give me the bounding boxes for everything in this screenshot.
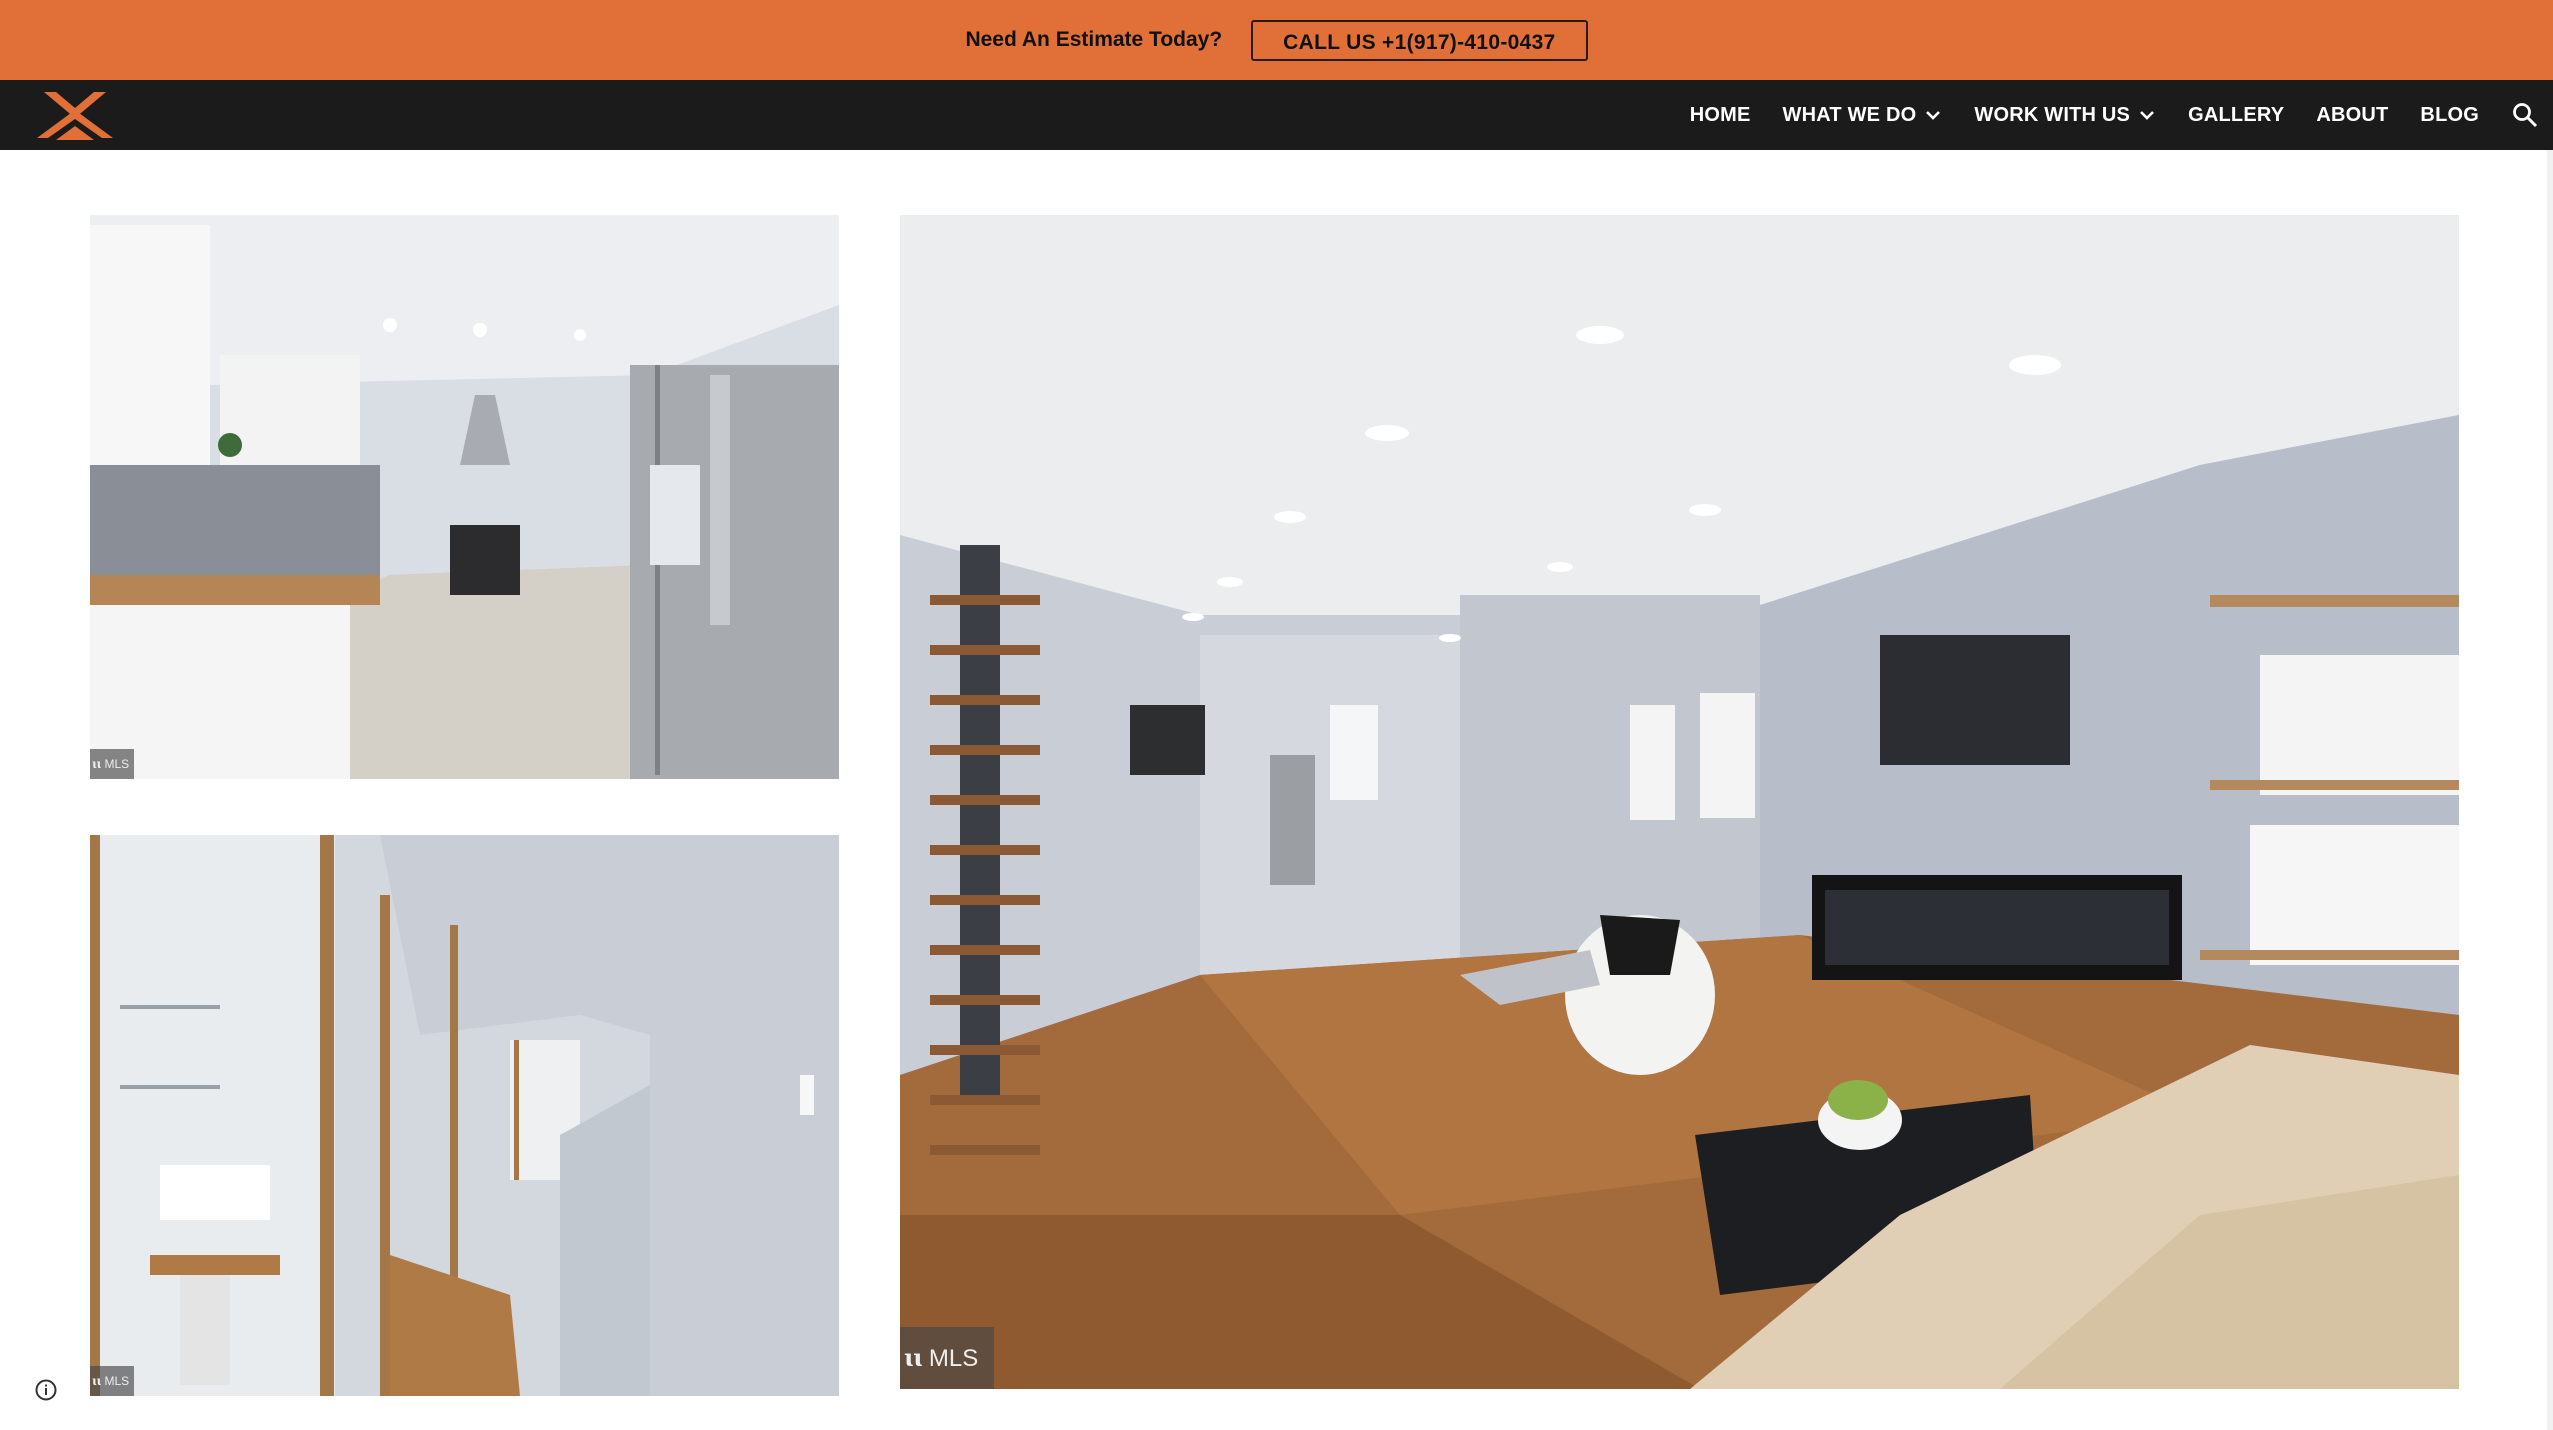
- nav-item-what-we-do[interactable]: WHAT WE DO: [1783, 104, 1943, 127]
- chevron-down-icon: [2140, 111, 2155, 120]
- nav-item-label: WHAT WE DO: [1782, 103, 1917, 126]
- nav-item-label: BLOG: [2420, 103, 2479, 126]
- hallway-image: [90, 835, 839, 1396]
- mls-watermark: ɩɩ MLS: [90, 749, 134, 779]
- mls-watermark: ɩɩ MLS: [900, 1327, 994, 1389]
- living-room-image: [900, 215, 2459, 1389]
- navbar: HOME WHAT WE DO WORK WITH US GALLERY ABO…: [0, 80, 2553, 150]
- scrollbar-track[interactable]: [2547, 150, 2553, 1430]
- nav-item-label: HOME: [1689, 103, 1751, 126]
- hallway-bathroom-photo[interactable]: ɩɩ MLS: [90, 835, 839, 1396]
- banner-text: Need An Estimate Today?: [965, 28, 1223, 51]
- mls-watermark: ɩɩ MLS: [90, 1366, 134, 1396]
- estimate-banner: Need An Estimate Today? CALL US +1(917)-…: [0, 0, 2553, 80]
- nav-item-work-with-us[interactable]: WORK WITH US: [1974, 104, 2156, 127]
- nav-item-gallery[interactable]: GALLERY: [2188, 104, 2284, 127]
- main-nav: HOME WHAT WE DO WORK WITH US GALLERY ABO…: [1658, 80, 2539, 150]
- roof-x-logo-icon[interactable]: [34, 88, 116, 142]
- nav-item-label: GALLERY: [2188, 103, 2285, 126]
- mls-watermark-label: MLS: [104, 1374, 130, 1388]
- kitchen-photo[interactable]: ɩɩ MLS: [90, 215, 839, 779]
- mls-watermark-label: MLS: [104, 757, 130, 771]
- chevron-down-icon: [1926, 111, 1941, 120]
- nav-item-label: WORK WITH US: [1974, 103, 2131, 126]
- call-us-button[interactable]: CALL US +1(917)-410-0437: [1251, 19, 1588, 61]
- living-room-photo[interactable]: ɩɩ MLS: [900, 215, 2459, 1389]
- kitchen-image: [90, 215, 839, 779]
- nav-item-home[interactable]: HOME: [1690, 104, 1751, 127]
- mls-watermark-label: MLS: [928, 1345, 979, 1372]
- search-icon[interactable]: [2511, 101, 2539, 129]
- nav-item-blog[interactable]: BLOG: [2420, 104, 2479, 127]
- nav-item-about[interactable]: ABOUT: [2316, 104, 2388, 127]
- nav-item-label: ABOUT: [2316, 103, 2389, 126]
- info-icon[interactable]: [34, 1378, 58, 1402]
